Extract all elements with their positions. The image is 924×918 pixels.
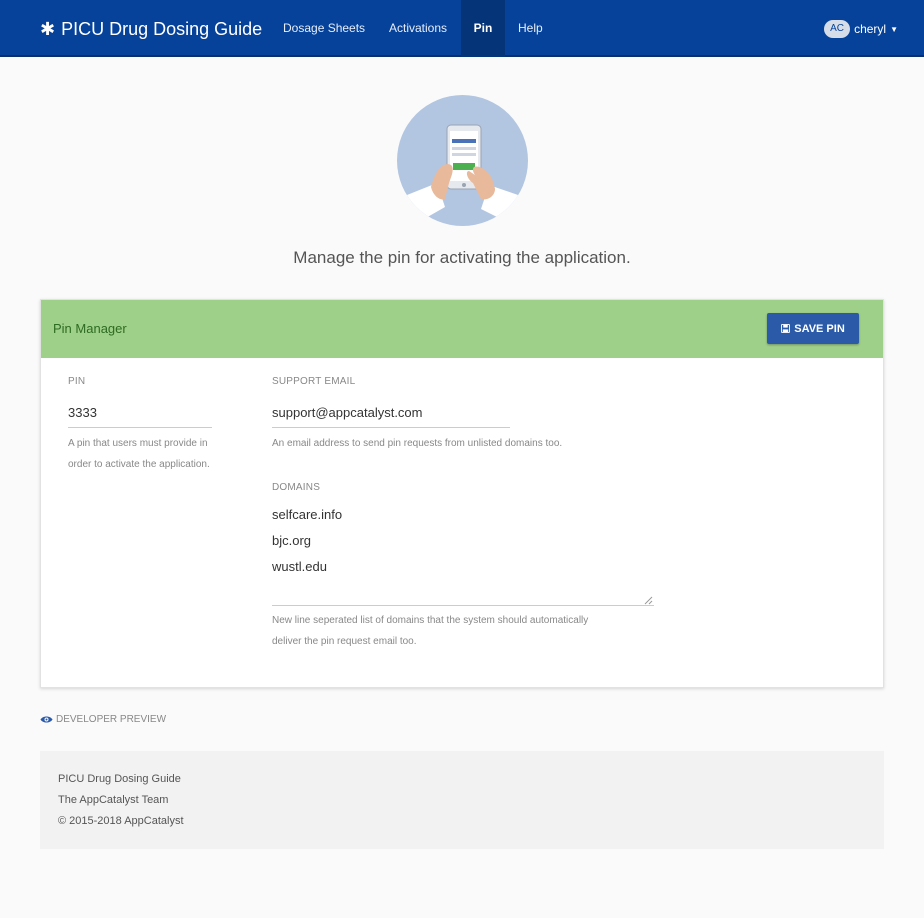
domains-label: DOMAINS [272, 482, 321, 493]
footer-team: The AppCatalyst Team [58, 794, 169, 806]
asterisk-icon: ✱ [40, 18, 56, 39]
save-pin-label: SAVE PIN [794, 322, 845, 335]
pin-help: A pin that users must provide in order t… [68, 433, 210, 475]
resize-handle-icon[interactable] [643, 595, 653, 605]
floppy-disk-icon [781, 324, 791, 333]
eye-icon [40, 716, 53, 722]
support-email-input[interactable]: support@appcatalyst.com [272, 405, 423, 420]
nav-activations[interactable]: Activations [377, 0, 459, 57]
support-email-help: An email address to send pin requests fr… [272, 438, 563, 449]
phone-hands-icon [407, 124, 518, 223]
pin-help-line: A pin that users must provide in [68, 438, 208, 449]
panel-title: Pin Manager [53, 321, 127, 336]
support-email-underline [272, 427, 510, 428]
pin-input[interactable]: 3333 [68, 405, 97, 420]
pin-underline [68, 427, 212, 428]
panel-header: Pin Manager SAVE PIN [41, 300, 883, 358]
brand-link[interactable]: ✱ PICU Drug Dosing Guide [40, 16, 262, 42]
hero-illustration [397, 95, 528, 226]
domains-help-line: deliver the pin request email too. [272, 636, 417, 647]
page-heading: Manage the pin for activating the applic… [293, 248, 631, 267]
developer-preview-link[interactable]: DEVELOPER PREVIEW [40, 712, 166, 726]
top-navbar: ✱ PICU Drug Dosing Guide Dosage Sheets A… [0, 0, 924, 57]
user-name: cheryl [854, 22, 887, 36]
domains-help: New line seperated list of domains that … [272, 610, 588, 652]
pin-help-line: order to activate the application. [68, 459, 210, 470]
nav-help[interactable]: Help [506, 0, 555, 57]
support-email-label: SUPPORT EMAIL [272, 376, 356, 387]
nav-dosage-sheets[interactable]: Dosage Sheets [271, 0, 377, 57]
pin-label: PIN [68, 376, 86, 387]
pin-manager-panel: Pin Manager SAVE PIN PIN 3333 A pin that… [40, 299, 884, 688]
brand-title: PICU Drug Dosing Guide [61, 18, 263, 39]
footer: PICU Drug Dosing Guide The AppCatalyst T… [40, 751, 884, 849]
caret-down-icon: ▼ [890, 24, 898, 34]
user-menu[interactable]: AC cheryl ▼ [824, 19, 898, 39]
developer-preview-label: DEVELOPER PREVIEW [56, 713, 167, 725]
nav-pin[interactable]: Pin [461, 0, 505, 57]
domains-textarea[interactable] [272, 502, 654, 606]
avatar: AC [824, 20, 851, 38]
footer-copyright: © 2015-2018 AppCatalyst [58, 815, 184, 827]
domains-help-line: New line seperated list of domains that … [272, 615, 589, 626]
footer-app-name: PICU Drug Dosing Guide [58, 773, 181, 785]
save-pin-button[interactable]: SAVE PIN [767, 313, 859, 344]
